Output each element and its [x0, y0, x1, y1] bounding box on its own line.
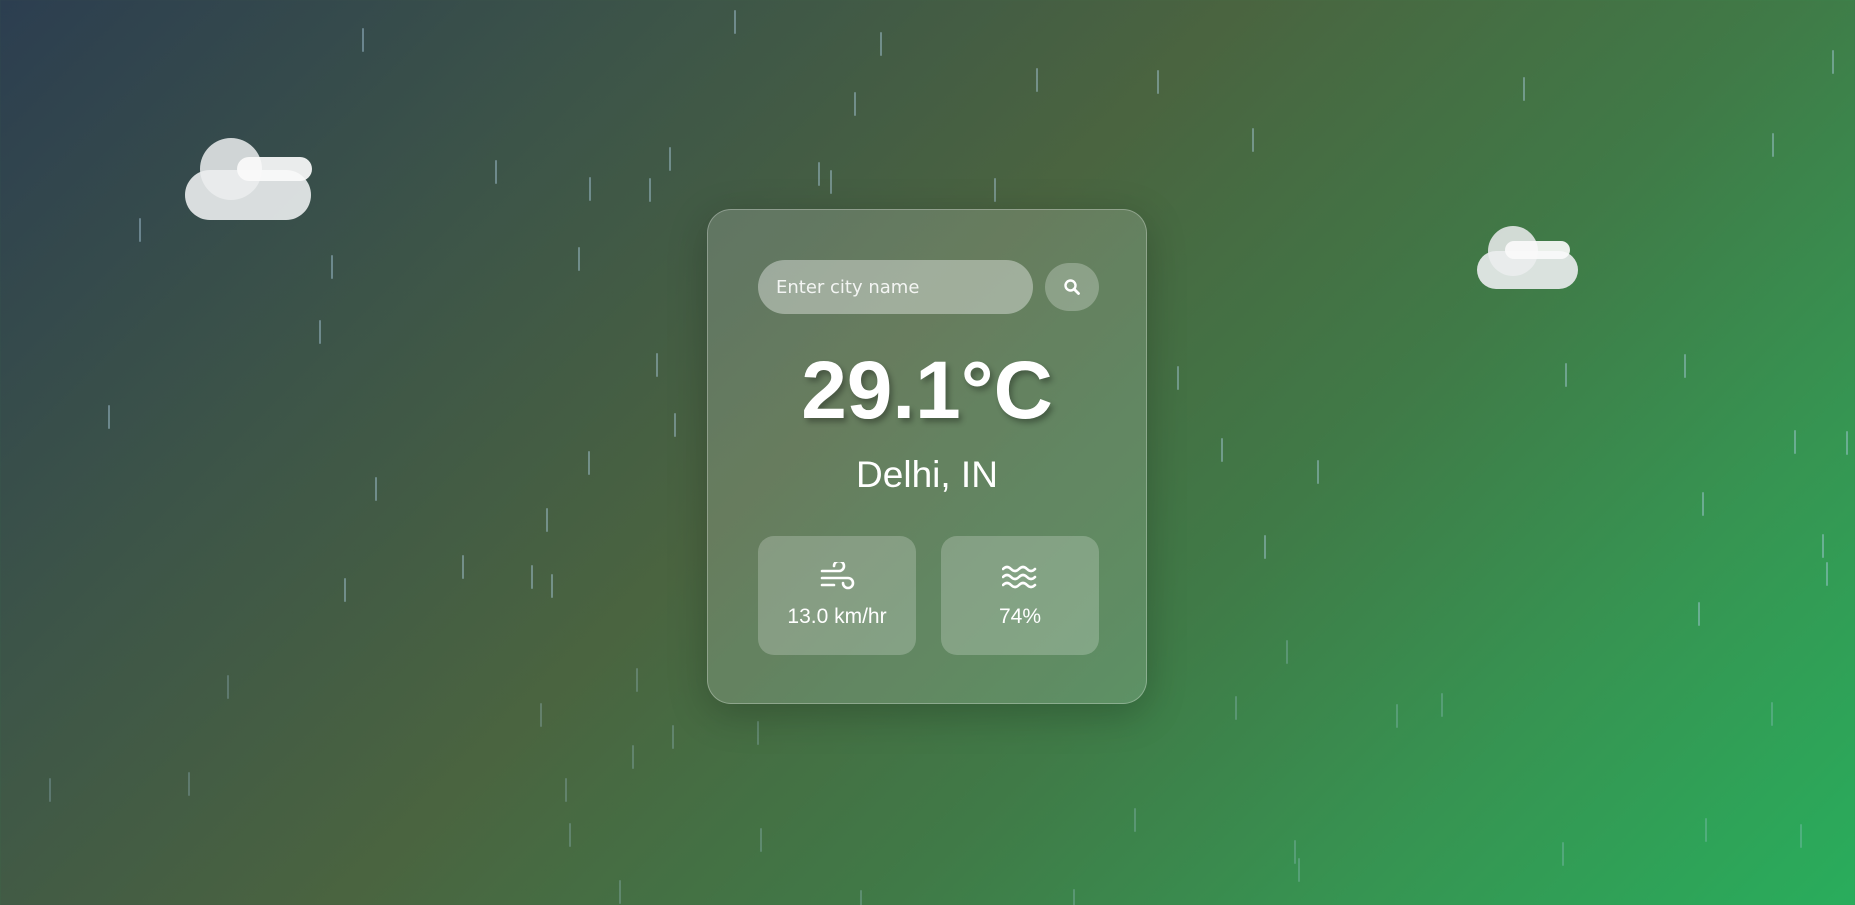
raindrop — [1698, 602, 1700, 626]
raindrop — [818, 162, 820, 186]
raindrop — [880, 32, 882, 56]
search-button[interactable] — [1045, 263, 1099, 311]
raindrop — [565, 778, 567, 802]
raindrop — [1252, 128, 1254, 152]
raindrop — [1134, 808, 1136, 832]
raindrop — [636, 668, 638, 692]
raindrop — [1771, 702, 1773, 726]
raindrop — [1702, 492, 1704, 516]
wind-speed-value: 13.0 km/hr — [787, 605, 887, 628]
temperature-value: 29.1°C — [801, 345, 1053, 436]
raindrop — [1565, 363, 1567, 387]
wind-speed-panel: 13.0 km/hr — [758, 536, 916, 655]
cloud-icon — [185, 138, 312, 220]
raindrop — [49, 778, 51, 802]
raindrop — [1036, 68, 1038, 92]
raindrop — [1235, 696, 1237, 720]
humidity-value: 74% — [998, 605, 1042, 628]
location-name: Delhi, IN — [856, 454, 998, 495]
raindrop — [462, 555, 464, 579]
raindrop — [546, 508, 548, 532]
search-icon — [1063, 278, 1081, 296]
raindrop — [1846, 431, 1848, 455]
raindrop — [669, 147, 671, 171]
raindrop — [108, 405, 110, 429]
raindrop — [1264, 535, 1266, 559]
raindrop — [1523, 77, 1525, 101]
raindrop — [619, 880, 621, 904]
water-waves-icon — [1001, 562, 1038, 592]
raindrop — [588, 451, 590, 475]
raindrop — [1822, 534, 1824, 558]
raindrop — [854, 92, 856, 116]
raindrop — [672, 725, 674, 749]
raindrop — [1294, 840, 1296, 864]
raindrop — [994, 178, 996, 202]
raindrop — [1221, 438, 1223, 462]
raindrop — [1298, 858, 1300, 882]
raindrop — [760, 828, 762, 852]
raindrop — [674, 413, 676, 437]
raindrop — [1826, 562, 1828, 586]
raindrop — [1157, 70, 1159, 94]
wind-icon — [819, 559, 855, 592]
raindrop — [632, 745, 634, 769]
raindrop — [362, 28, 364, 52]
raindrop — [1832, 50, 1834, 74]
raindrop — [1286, 640, 1288, 664]
raindrop — [757, 721, 759, 745]
raindrop — [569, 823, 571, 847]
humidity-panel: 74% — [941, 536, 1099, 655]
raindrop — [1705, 818, 1707, 842]
raindrop — [375, 477, 377, 501]
raindrop — [319, 320, 321, 344]
raindrop — [227, 675, 229, 699]
raindrop — [734, 10, 736, 34]
raindrop — [1441, 693, 1443, 717]
raindrop — [1562, 842, 1564, 866]
raindrop — [540, 703, 542, 727]
raindrop — [139, 218, 141, 242]
raindrop — [331, 255, 333, 279]
raindrop — [656, 353, 658, 377]
search-input[interactable] — [758, 260, 1033, 314]
raindrop — [495, 160, 497, 184]
weather-card: 29.1°C Delhi, IN 13.0 km/hr 74% — [707, 209, 1147, 704]
raindrop — [1177, 366, 1179, 390]
raindrop — [344, 578, 346, 602]
raindrop — [1396, 704, 1398, 728]
raindrop — [1684, 354, 1686, 378]
raindrop — [1073, 889, 1075, 905]
raindrop — [830, 170, 832, 194]
raindrop — [1800, 824, 1802, 848]
raindrop — [1772, 133, 1774, 157]
raindrop — [531, 565, 533, 589]
raindrop — [1317, 460, 1319, 484]
raindrop — [188, 772, 190, 796]
raindrop — [578, 247, 580, 271]
raindrop — [1794, 430, 1796, 454]
raindrop — [860, 890, 862, 905]
cloud-icon — [1477, 226, 1579, 289]
raindrop — [551, 574, 553, 598]
raindrop — [649, 178, 651, 202]
raindrop — [589, 177, 591, 201]
